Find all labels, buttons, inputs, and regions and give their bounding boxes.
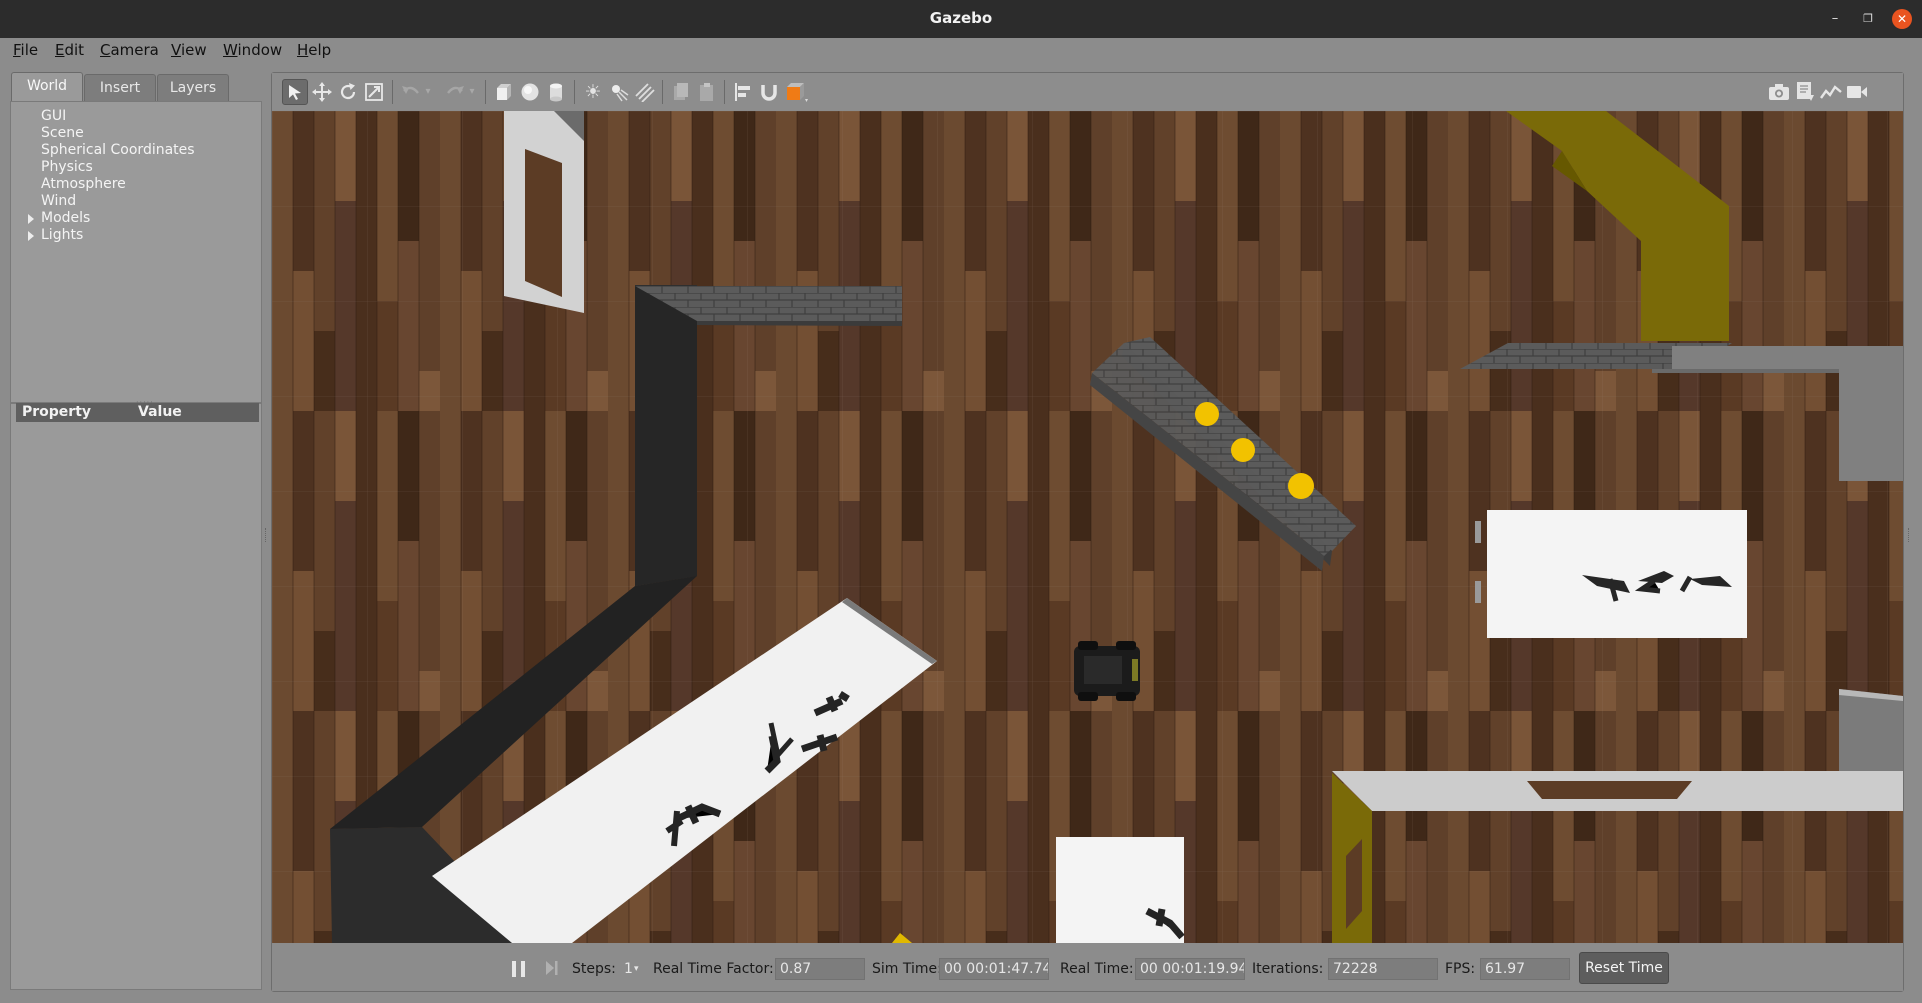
yellow-ball[interactable]	[1195, 402, 1219, 426]
tab-world[interactable]: World	[11, 72, 83, 102]
tree-item-spherical-coordinates[interactable]: Spherical Coordinates	[41, 142, 195, 158]
menu-edit[interactable]: Edit	[55, 41, 84, 59]
toolbar-separator	[662, 80, 663, 104]
sphere-shape-icon[interactable]	[517, 79, 543, 105]
pause-button[interactable]	[508, 958, 530, 980]
yellow-ball[interactable]	[1231, 438, 1255, 462]
menu-help[interactable]: Help	[297, 41, 331, 59]
world-tree: GUI Scene Spherical Coordinates Physics …	[10, 101, 262, 403]
box-shape-icon[interactable]	[491, 79, 517, 105]
spot-light-icon[interactable]	[606, 79, 632, 105]
real-time-label: Real Time:	[1060, 961, 1134, 977]
expand-arrow-icon[interactable]	[28, 231, 34, 241]
rotate-icon[interactable]	[335, 79, 361, 105]
door-frame-model[interactable]	[504, 111, 584, 313]
steps-spinbox[interactable]: 1	[624, 961, 633, 977]
tab-layers[interactable]: Layers	[157, 74, 229, 102]
steps-dropdown-icon[interactable]: ▾	[634, 964, 639, 974]
scale-icon[interactable]	[361, 79, 387, 105]
title-bar[interactable]: Gazebo – ❐ ✕	[0, 0, 1922, 38]
gazebo-window: Gazebo – ❐ ✕ File Edit Camera View Windo…	[0, 0, 1922, 1003]
sim-time-value: 00 00:01:47.743	[939, 958, 1049, 980]
menu-view[interactable]: View	[171, 41, 207, 59]
fps-value: 61.97	[1480, 958, 1570, 980]
window-title: Gazebo	[929, 9, 993, 27]
directional-light-icon[interactable]	[632, 79, 658, 105]
tree-item-physics[interactable]: Physics	[41, 159, 93, 175]
robot-model[interactable]	[1074, 641, 1140, 701]
menu-bar: File Edit Camera View Window Help	[0, 38, 1922, 64]
change-view-icon[interactable]	[784, 79, 810, 105]
screenshot-icon[interactable]	[1766, 79, 1792, 105]
scene-render	[272, 111, 1903, 943]
steps-label: Steps:	[572, 961, 616, 977]
close-icon[interactable]: ✕	[1892, 9, 1912, 29]
snap-icon[interactable]	[756, 79, 782, 105]
white-table-right[interactable]	[1475, 510, 1747, 638]
cylinder-shape-icon[interactable]	[543, 79, 569, 105]
real-time-value: 00 00:01:19.949	[1135, 958, 1245, 980]
record-video-icon[interactable]	[1844, 79, 1870, 105]
copy-icon[interactable]	[668, 79, 694, 105]
tree-item-scene[interactable]: Scene	[41, 125, 84, 141]
yellow-ball[interactable]	[1288, 473, 1314, 499]
align-icon[interactable]	[730, 79, 756, 105]
toolbar-separator	[392, 80, 393, 104]
paste-icon[interactable]	[694, 79, 720, 105]
rtf-label: Real Time Factor:	[653, 961, 774, 977]
restore-icon[interactable]: ❐	[1859, 10, 1877, 28]
select-arrow-icon[interactable]	[282, 79, 308, 105]
point-light-icon[interactable]: ☀	[580, 79, 606, 105]
menu-camera[interactable]: Camera	[100, 41, 159, 59]
property-header: Property Value	[16, 403, 259, 422]
minimize-icon[interactable]: –	[1826, 10, 1844, 28]
iterations-label: Iterations:	[1252, 961, 1324, 977]
value-column-header: Value	[138, 404, 182, 420]
toolbar-separator	[724, 80, 725, 104]
tree-item-models[interactable]: Models	[41, 210, 90, 226]
toolbar: ▾ ▾ ☀	[272, 73, 1903, 110]
right-splitter-handle[interactable]	[1908, 528, 1910, 542]
tree-item-atmosphere[interactable]: Atmosphere	[41, 176, 126, 192]
translate-icon[interactable]	[309, 79, 335, 105]
white-table-bottom[interactable]	[1056, 837, 1185, 943]
fps-label: FPS:	[1445, 961, 1476, 977]
tree-item-wind[interactable]: Wind	[41, 193, 76, 209]
undo-history-icon[interactable]: ▾	[421, 79, 435, 105]
expand-arrow-icon[interactable]	[28, 214, 34, 224]
step-button[interactable]	[544, 959, 562, 979]
reset-time-button[interactable]: Reset Time	[1579, 952, 1669, 984]
rtf-value: 0.87	[775, 958, 865, 980]
left-splitter-handle[interactable]	[265, 528, 267, 542]
scene-viewport[interactable]	[272, 111, 1903, 943]
sim-time-label: Sim Time:	[872, 961, 942, 977]
log-icon[interactable]	[1792, 79, 1818, 105]
tree-item-gui[interactable]: GUI	[41, 108, 66, 124]
tree-item-lights[interactable]: Lights	[41, 227, 83, 243]
simulation-status-bar: Steps: 1 ▾ Real Time Factor: 0.87 Sim Ti…	[272, 944, 1903, 991]
plot-icon[interactable]	[1818, 79, 1844, 105]
redo-history-icon[interactable]: ▾	[465, 79, 479, 105]
toolbar-separator	[574, 80, 575, 104]
menu-file[interactable]: File	[13, 41, 38, 59]
iterations-value: 72228	[1328, 958, 1438, 980]
menu-window[interactable]: Window	[223, 41, 282, 59]
toolbar-separator	[485, 80, 486, 104]
property-panel	[10, 403, 262, 990]
property-column-header: Property	[22, 404, 92, 420]
left-panel: World Insert Layers GUI Scene Spherical …	[10, 72, 262, 990]
tab-insert[interactable]: Insert	[84, 74, 156, 102]
